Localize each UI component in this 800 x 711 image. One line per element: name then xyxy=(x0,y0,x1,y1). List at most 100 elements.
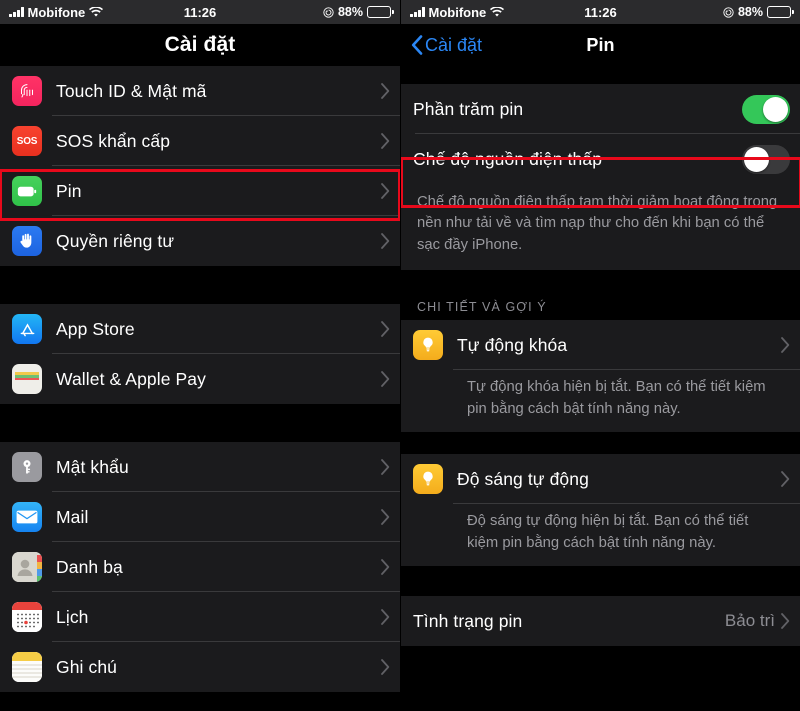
row-accessory xyxy=(381,559,390,575)
suggestion-description: Độ sáng tự động hiện bị tắt. Bạn có thể … xyxy=(401,504,800,567)
section-gap xyxy=(401,270,800,285)
sidebar-item-label: Wallet & Apple Pay xyxy=(56,368,206,389)
battery-percentage-row[interactable]: Phần trăm pin xyxy=(401,84,800,134)
row-accessory xyxy=(381,183,390,199)
dual-screenshot-container: Mobifone 11:26 88% Cài đặt Touch ID & Mậ… xyxy=(0,0,800,711)
lightbulb-icon xyxy=(413,464,443,495)
low-power-mode-toggle[interactable] xyxy=(742,144,790,174)
sidebar-item-notes[interactable]: Ghi chú xyxy=(0,642,400,692)
suggestion-row-auto-brightness[interactable]: Độ sáng tự động xyxy=(401,454,800,505)
sidebar-item-sos[interactable]: SOS SOS khẩn cấp xyxy=(0,116,400,166)
wifi-icon xyxy=(490,6,505,18)
section-gap xyxy=(401,566,800,597)
status-bar-left-group: Mobifone xyxy=(9,4,104,20)
battery-health-row[interactable]: Tình trạng pin Bảo trì xyxy=(401,596,800,647)
sidebar-item-label: Mật khẩu xyxy=(56,456,129,477)
suggestion-row-auto-lock[interactable]: Tự động khóa xyxy=(401,320,800,371)
sidebar-item-label: Touch ID & Mật mã xyxy=(56,80,207,101)
battery-icon xyxy=(12,176,42,206)
nav-bar-left: Cài đặt xyxy=(0,24,400,66)
sidebar-item-label: SOS khẩn cấp xyxy=(56,130,171,151)
sidebar-item-label: Lịch xyxy=(56,606,89,627)
row-accessory xyxy=(381,509,390,525)
sidebar-item-wallet[interactable]: Wallet & Apple Pay xyxy=(0,354,400,404)
section-gap xyxy=(401,646,800,687)
page-title: Cài đặt xyxy=(164,33,236,56)
key-icon xyxy=(12,452,42,482)
chevron-right-icon xyxy=(381,459,390,475)
right-phone-screen: Mobifone 11:26 88% Cài đặt Pin Phần trăm… xyxy=(400,0,800,711)
sidebar-item-label: Pin xyxy=(56,180,82,201)
chevron-right-icon xyxy=(381,609,390,625)
row-accessory xyxy=(381,371,390,387)
chevron-right-icon xyxy=(381,659,390,675)
row-accessory xyxy=(381,133,390,149)
row-separator xyxy=(453,503,800,505)
back-button[interactable]: Cài đặt xyxy=(411,35,482,56)
sidebar-item-touch-id[interactable]: Touch ID & Mật mã xyxy=(0,66,400,116)
section-gap xyxy=(0,404,400,442)
sidebar-item-mail[interactable]: Mail xyxy=(0,492,400,542)
row-separator xyxy=(453,369,800,371)
row-accessory xyxy=(381,659,390,675)
sidebar-item-privacy[interactable]: Quyền riêng tư xyxy=(0,216,400,266)
chevron-right-icon xyxy=(381,183,390,199)
settings-group-1: Touch ID & Mật mã SOS SOS khẩn cấp Pin Q… xyxy=(0,66,400,266)
row-accessory xyxy=(781,471,790,488)
chevron-right-icon xyxy=(381,133,390,149)
chevron-left-icon xyxy=(411,35,423,55)
status-bar-right-group: 88% xyxy=(323,5,394,19)
battery-icon xyxy=(767,6,794,18)
low-power-mode-row[interactable]: Chế độ nguồn điện thấp xyxy=(401,134,800,184)
wallet-icon xyxy=(12,364,42,394)
sidebar-item-app-store[interactable]: App Store xyxy=(0,304,400,354)
sidebar-item-label: App Store xyxy=(56,318,135,339)
chevron-right-icon xyxy=(781,613,790,630)
carrier-name: Mobifone xyxy=(27,4,86,20)
row-accessory xyxy=(781,337,790,354)
chevron-right-icon xyxy=(381,321,390,337)
rotation-lock-icon xyxy=(723,6,734,18)
app-store-icon xyxy=(12,314,42,344)
sidebar-item-label: Quyền riêng tư xyxy=(56,230,175,251)
left-phone-screen: Mobifone 11:26 88% Cài đặt Touch ID & Mậ… xyxy=(0,0,400,711)
lightbulb-icon xyxy=(413,330,443,361)
calendar-icon xyxy=(12,602,42,632)
battery-percent-label: 88% xyxy=(737,5,763,19)
battery-toggles-group: Phần trăm pin Chế độ nguồn điện thấp Chế… xyxy=(401,84,800,271)
suggestion-group-auto-lock: Tự động khóa Tự động khóa hiện bị tắt. B… xyxy=(401,320,800,433)
signal-bars-icon xyxy=(410,7,425,17)
row-accessory xyxy=(381,83,390,99)
battery-percent-label: 88% xyxy=(337,5,363,19)
suggestion-label: Tự động khóa xyxy=(457,334,568,355)
notes-icon xyxy=(12,652,42,682)
status-bar-right: Mobifone 11:26 88% xyxy=(401,0,800,24)
sidebar-item-passwords[interactable]: Mật khẩu xyxy=(0,442,400,492)
nav-bar-right: Cài đặt Pin xyxy=(401,24,800,66)
section-gap xyxy=(0,266,400,304)
chevron-right-icon xyxy=(381,233,390,249)
settings-group-2: App Store Wallet & Apple Pay xyxy=(0,304,400,404)
row-accessory: Bảo trì xyxy=(725,611,790,631)
row-accessory xyxy=(381,321,390,337)
row-accessory xyxy=(742,144,790,174)
hand-privacy-icon xyxy=(12,226,42,256)
suggestion-label: Độ sáng tự động xyxy=(457,468,589,489)
sidebar-item-contacts[interactable]: Danh bạ xyxy=(0,542,400,592)
battery-health-value: Bảo trì xyxy=(724,611,775,631)
sidebar-item-calendar[interactable]: Lịch xyxy=(0,592,400,642)
low-power-mode-description: Chế độ nguồn điện thấp tạm thời giảm hoạ… xyxy=(401,184,800,271)
chevron-right-icon xyxy=(781,337,790,354)
settings-group-3: Mật khẩu Mail Danh bạ Lịch Ghi chú xyxy=(0,442,400,692)
chevron-right-icon xyxy=(381,559,390,575)
contacts-icon xyxy=(12,552,42,582)
sidebar-item-label: Mail xyxy=(56,506,89,527)
battery-percentage-toggle[interactable] xyxy=(742,94,790,124)
sos-icon: SOS xyxy=(12,126,42,156)
battery-health-label: Tình trạng pin xyxy=(413,610,523,631)
section-gap xyxy=(401,66,800,84)
section-header-details: CHI TIẾT VÀ GỢI Ý xyxy=(401,284,800,321)
battery-icon xyxy=(367,6,394,18)
sidebar-item-pin[interactable]: Pin xyxy=(0,166,400,216)
section-gap xyxy=(401,432,800,455)
